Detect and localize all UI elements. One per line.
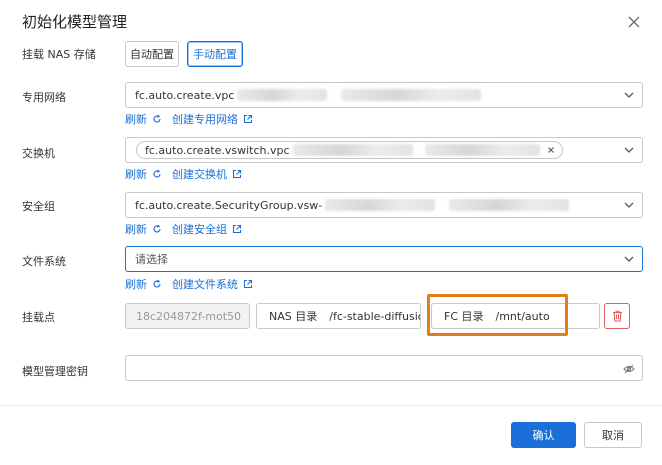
chevron-down-icon [624,256,634,262]
file-system-refresh-link[interactable]: 刷新 [125,276,147,292]
vswitch-tag-value: fc.auto.create.vswitch.vpc [145,143,290,157]
external-link-icon[interactable] [232,224,242,234]
vpc-links: 刷新 创建专用网络 [125,111,253,127]
security-group-label: 安全组 [22,200,55,213]
refresh-icon[interactable] [152,224,162,234]
chevron-down-icon [624,147,634,153]
nas-directory-value: /fc-stable-diffusion- [329,309,420,323]
chevron-down-icon [624,202,634,208]
security-group-links: 刷新 创建安全组 [125,221,242,237]
mount-point-label: 挂载点 [22,311,55,324]
vpc-refresh-link[interactable]: 刷新 [125,111,147,127]
chevron-down-icon [624,92,634,98]
footer-divider [0,405,662,406]
redacted-text [424,144,540,156]
create-file-system-link[interactable]: 创建文件系统 [172,276,238,292]
nas-directory-label: NAS 目录 [269,310,318,323]
external-link-icon[interactable] [243,279,253,289]
refresh-icon[interactable] [152,114,162,124]
vpc-select[interactable]: fc.auto.create.vpc [125,82,643,108]
model-key-input[interactable] [125,355,643,381]
refresh-icon[interactable] [152,279,162,289]
create-security-group-link[interactable]: 创建安全组 [172,221,227,237]
fc-directory-label: FC 目录 [444,310,484,323]
model-key-label: 模型管理密钥 [22,365,88,378]
redacted-text [237,89,328,101]
file-system-links: 刷新 创建文件系统 [125,276,253,292]
vswitch-refresh-link[interactable]: 刷新 [125,166,147,182]
vswitch-label: 交换机 [22,147,55,160]
fc-directory-field[interactable]: FC 目录 /mnt/auto [431,303,600,329]
file-system-select[interactable]: 请选择 [125,246,643,272]
vswitch-tag: fc.auto.create.vswitch.vpc [136,141,563,159]
vswitch-links: 刷新 创建交换机 [125,166,242,182]
security-group-value: fc.auto.create.SecurityGroup.vsw- [135,198,323,212]
file-system-placeholder: 请选择 [135,253,168,266]
mount-point-id-field: 18c204872f-mot50 [125,303,250,329]
eye-icon[interactable] [623,364,635,374]
external-link-icon[interactable] [243,114,253,124]
confirm-button[interactable]: 确认 [511,422,576,448]
file-system-label: 文件系统 [22,255,66,268]
redacted-text [449,199,570,211]
mount-nas-label: 挂载 NAS 存储 [22,48,96,61]
vpc-value: fc.auto.create.vpc [135,88,235,102]
external-link-icon[interactable] [232,169,242,179]
redacted-text [341,89,482,101]
nas-directory-field[interactable]: NAS 目录 /fc-stable-diffusion- [256,303,421,329]
vpc-label: 专用网络 [22,91,66,104]
security-group-refresh-link[interactable]: 刷新 [125,221,147,237]
auto-config-button[interactable]: 自动配置 [125,41,179,67]
trash-icon [612,310,622,322]
remove-tag-icon[interactable] [546,145,556,155]
vswitch-select[interactable]: fc.auto.create.vswitch.vpc [125,137,643,163]
manual-config-button[interactable]: 手动配置 [187,41,243,67]
init-model-management-dialog: 初始化模型管理 挂载 NAS 存储 自动配置 手动配置 专用网络 fc.auto… [0,0,662,465]
security-group-select[interactable]: fc.auto.create.SecurityGroup.vsw- [125,192,643,218]
fc-directory-value: /mnt/auto [495,309,550,323]
create-vswitch-link[interactable]: 创建交换机 [172,166,227,182]
delete-mount-point-button[interactable] [604,303,630,329]
redacted-text [292,144,413,156]
close-icon[interactable] [627,15,641,29]
create-vpc-link[interactable]: 创建专用网络 [172,111,238,127]
mount-point-id-value: 18c204872f-mot50 [136,309,242,323]
cancel-button[interactable]: 取消 [584,422,642,448]
redacted-text [325,199,436,211]
dialog-title: 初始化模型管理 [22,13,128,31]
refresh-icon[interactable] [152,169,162,179]
